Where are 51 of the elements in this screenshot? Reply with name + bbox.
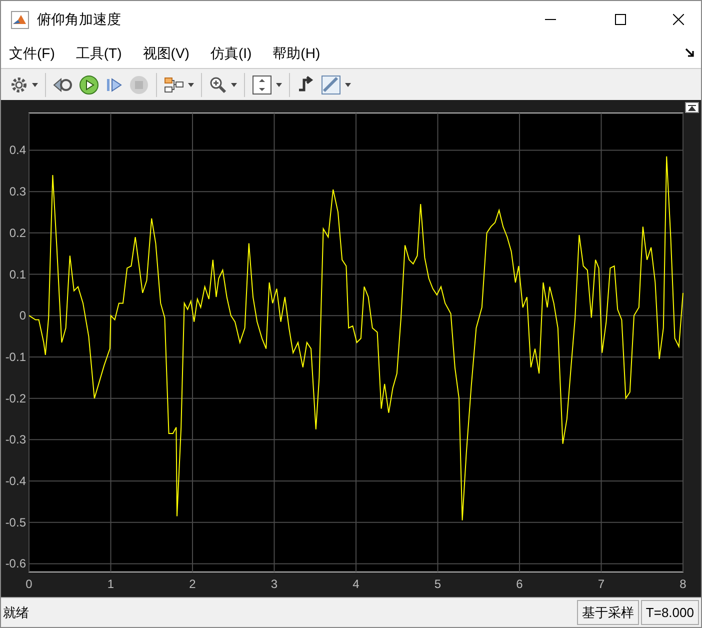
close-icon bbox=[672, 14, 684, 25]
undock-button[interactable] bbox=[685, 102, 699, 113]
x-tick-label: 6 bbox=[516, 577, 523, 591]
caret-icon bbox=[231, 82, 237, 86]
block-diagram-icon bbox=[164, 76, 184, 94]
play-icon bbox=[79, 74, 99, 94]
resize-arrow-icon bbox=[685, 48, 695, 58]
y-tick-label: 0.3 bbox=[9, 184, 26, 199]
ruler-icon bbox=[321, 74, 341, 94]
caret-icon bbox=[188, 82, 194, 86]
y-tick-label: 0.2 bbox=[9, 226, 26, 240]
sampling-mode: 基于采样 bbox=[576, 600, 639, 626]
y-tick-label: -0.3 bbox=[5, 432, 26, 447]
y-tick-label: -0.2 bbox=[5, 391, 26, 406]
arrow-up-icon bbox=[688, 104, 696, 110]
stop-icon bbox=[129, 74, 149, 94]
y-tick-label: 0.4 bbox=[9, 143, 26, 158]
minimize-icon bbox=[544, 19, 556, 20]
zoom-in-icon bbox=[209, 76, 227, 94]
maximize-icon bbox=[614, 14, 626, 25]
y-tick-label: -0.6 bbox=[5, 556, 26, 571]
x-tick-label: 2 bbox=[189, 577, 196, 591]
menu-item[interactable]: 帮助(H) bbox=[272, 42, 320, 64]
x-tick-label: 3 bbox=[270, 577, 278, 591]
app-logo-icon bbox=[11, 10, 29, 28]
simulation-time: T=8.000 bbox=[640, 600, 699, 626]
fit-axes-icon bbox=[252, 74, 272, 94]
window-title: 俯仰角加速度 bbox=[37, 10, 121, 29]
y-tick-label: -0.5 bbox=[5, 515, 26, 530]
menu-item[interactable]: 仿真(I) bbox=[210, 42, 252, 64]
settings-icon bbox=[10, 76, 28, 94]
x-tick-label: 1 bbox=[107, 577, 114, 591]
x-tick-label: 0 bbox=[26, 577, 32, 591]
y-tick-label: -0.4 bbox=[5, 474, 26, 488]
step-back-icon bbox=[53, 76, 73, 94]
x-tick-label: 8 bbox=[680, 577, 686, 591]
x-tick-label: 4 bbox=[352, 577, 360, 591]
y-tick-label: 0 bbox=[19, 308, 26, 323]
status-message: 就绪 bbox=[3, 604, 29, 622]
trigger-icon bbox=[297, 76, 315, 94]
menu-item[interactable]: 文件(F) bbox=[9, 42, 55, 64]
caret-icon bbox=[345, 82, 351, 86]
menu-item[interactable]: 工具(T) bbox=[76, 42, 122, 64]
x-tick-label: 5 bbox=[434, 577, 442, 591]
y-tick-label: -0.1 bbox=[5, 350, 26, 364]
step-forward-icon bbox=[105, 76, 123, 94]
x-tick-label: 7 bbox=[598, 577, 605, 591]
y-tick-label: 0.1 bbox=[9, 267, 26, 282]
caret-icon bbox=[32, 82, 38, 86]
caret-icon bbox=[276, 82, 282, 86]
menu-item[interactable]: 视图(V) bbox=[142, 42, 190, 64]
